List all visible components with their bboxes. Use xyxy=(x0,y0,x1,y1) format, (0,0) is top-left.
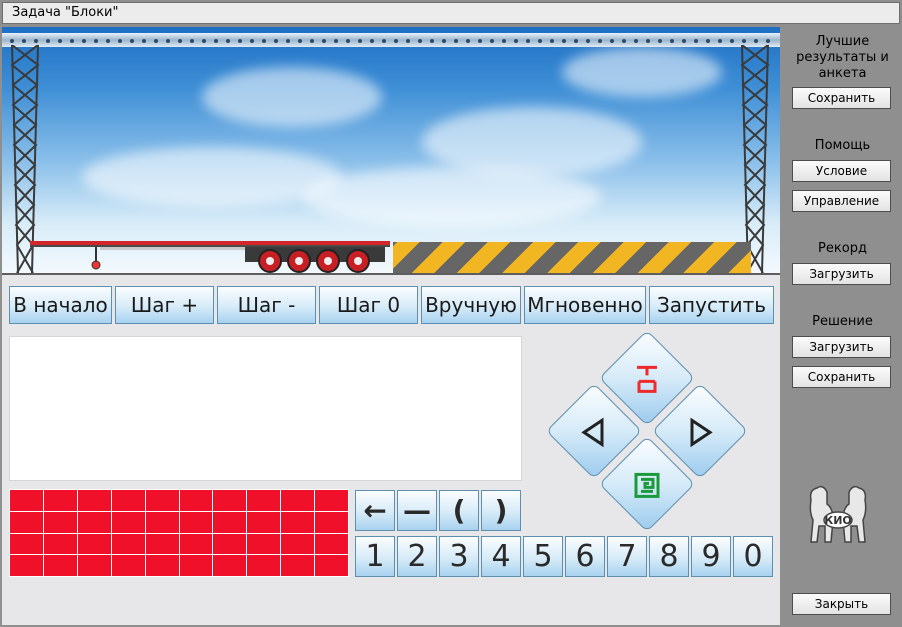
condition-button[interactable]: Условие xyxy=(792,160,891,182)
ground-line xyxy=(2,273,780,275)
digit-2-key[interactable]: 2 xyxy=(397,536,437,577)
block-cell xyxy=(281,533,315,555)
flatbed-trailer xyxy=(30,241,390,273)
manual-button[interactable]: Вручную xyxy=(421,286,521,324)
block-cell xyxy=(179,555,213,576)
sidebar: Лучшие результаты и анкета Сохранить Пом… xyxy=(785,27,900,625)
block-cell xyxy=(111,555,145,576)
program-editor[interactable] xyxy=(9,336,522,481)
crane-beam xyxy=(2,33,780,47)
block-cell xyxy=(43,511,77,533)
digit-0-key[interactable]: 0 xyxy=(733,536,773,577)
block-cell xyxy=(179,533,213,555)
solution-label: Решение xyxy=(812,314,873,329)
digit-5-key[interactable]: 5 xyxy=(523,536,563,577)
digit-8-key[interactable]: 8 xyxy=(649,536,689,577)
block-cell xyxy=(111,490,145,511)
record-label: Рекорд xyxy=(818,241,867,256)
block-cell xyxy=(315,511,348,533)
block-cell xyxy=(145,555,179,576)
assign-arrow-key[interactable]: ← xyxy=(355,490,395,531)
block-cell xyxy=(213,490,247,511)
main-panel: В начало Шаг + Шаг - Шаг 0 Вручную Мгнов… xyxy=(2,27,780,625)
block-cell xyxy=(315,533,348,555)
best-results-save-button[interactable]: Сохранить xyxy=(792,87,891,109)
block-cell xyxy=(10,490,43,511)
block-cell xyxy=(77,555,111,576)
step-back-button[interactable]: Шаг - xyxy=(217,286,316,324)
record-load-button[interactable]: Загрузить xyxy=(792,263,891,285)
grab-icon xyxy=(634,472,660,498)
block-cell xyxy=(111,533,145,555)
run-button[interactable]: Запустить xyxy=(649,286,774,324)
block-grid xyxy=(9,489,349,577)
window-title: Задача "Блоки" xyxy=(2,2,900,24)
management-button[interactable]: Управление xyxy=(792,190,891,212)
block-cell xyxy=(179,511,213,533)
scene-view xyxy=(2,27,780,273)
digit-6-key[interactable]: 6 xyxy=(565,536,605,577)
hazard-stripe-platform xyxy=(393,242,751,273)
block-cell xyxy=(315,490,348,511)
solution-save-button[interactable]: Сохранить xyxy=(792,366,891,388)
block-cell xyxy=(77,490,111,511)
block-cell xyxy=(247,533,281,555)
block-cell xyxy=(77,511,111,533)
close-paren-key[interactable]: ) xyxy=(481,490,521,531)
block-cell xyxy=(213,511,247,533)
digit-7-key[interactable]: 7 xyxy=(607,536,647,577)
best-results-label: Лучшие результаты и анкета xyxy=(796,34,889,81)
crane-hook-icon xyxy=(637,365,657,393)
step-forward-button[interactable]: Шаг + xyxy=(115,286,214,324)
block-cell xyxy=(213,533,247,555)
block-cell xyxy=(179,490,213,511)
digit-1-key[interactable]: 1 xyxy=(355,536,395,577)
block-cell xyxy=(213,555,247,576)
close-button[interactable]: Закрыть xyxy=(792,593,891,615)
block-cell xyxy=(145,533,179,555)
block-cell xyxy=(145,490,179,511)
block-cell xyxy=(281,490,315,511)
help-label: Помощь xyxy=(814,138,871,153)
step-zero-button[interactable]: Шаг 0 xyxy=(319,286,418,324)
block-cell xyxy=(10,555,43,576)
solution-load-button[interactable]: Загрузить xyxy=(792,336,891,358)
digit-3-key[interactable]: 3 xyxy=(439,536,479,577)
right-crane-tower xyxy=(740,45,770,273)
instant-button[interactable]: Мгновенно xyxy=(524,286,646,324)
arrow-left-icon xyxy=(581,417,604,448)
digit-9-key[interactable]: 9 xyxy=(691,536,731,577)
block-cell xyxy=(247,555,281,576)
to-start-button[interactable]: В начало xyxy=(9,286,112,324)
block-cell xyxy=(247,490,281,511)
block-cell xyxy=(43,533,77,555)
logo-text: КИО xyxy=(824,514,852,527)
block-cell xyxy=(43,490,77,511)
block-cell xyxy=(145,511,179,533)
open-paren-key[interactable]: ( xyxy=(439,490,479,531)
arrow-right-icon xyxy=(690,417,713,448)
block-cell xyxy=(77,533,111,555)
block-cell xyxy=(10,533,43,555)
block-cell xyxy=(315,555,348,576)
digit-4-key[interactable]: 4 xyxy=(481,536,521,577)
kio-logo: КИО xyxy=(809,485,867,543)
dash-key[interactable]: — xyxy=(397,490,437,531)
block-cell xyxy=(281,555,315,576)
block-cell xyxy=(10,511,43,533)
block-cell xyxy=(43,555,77,576)
block-cell xyxy=(111,511,145,533)
block-cell xyxy=(281,511,315,533)
block-cell xyxy=(247,511,281,533)
